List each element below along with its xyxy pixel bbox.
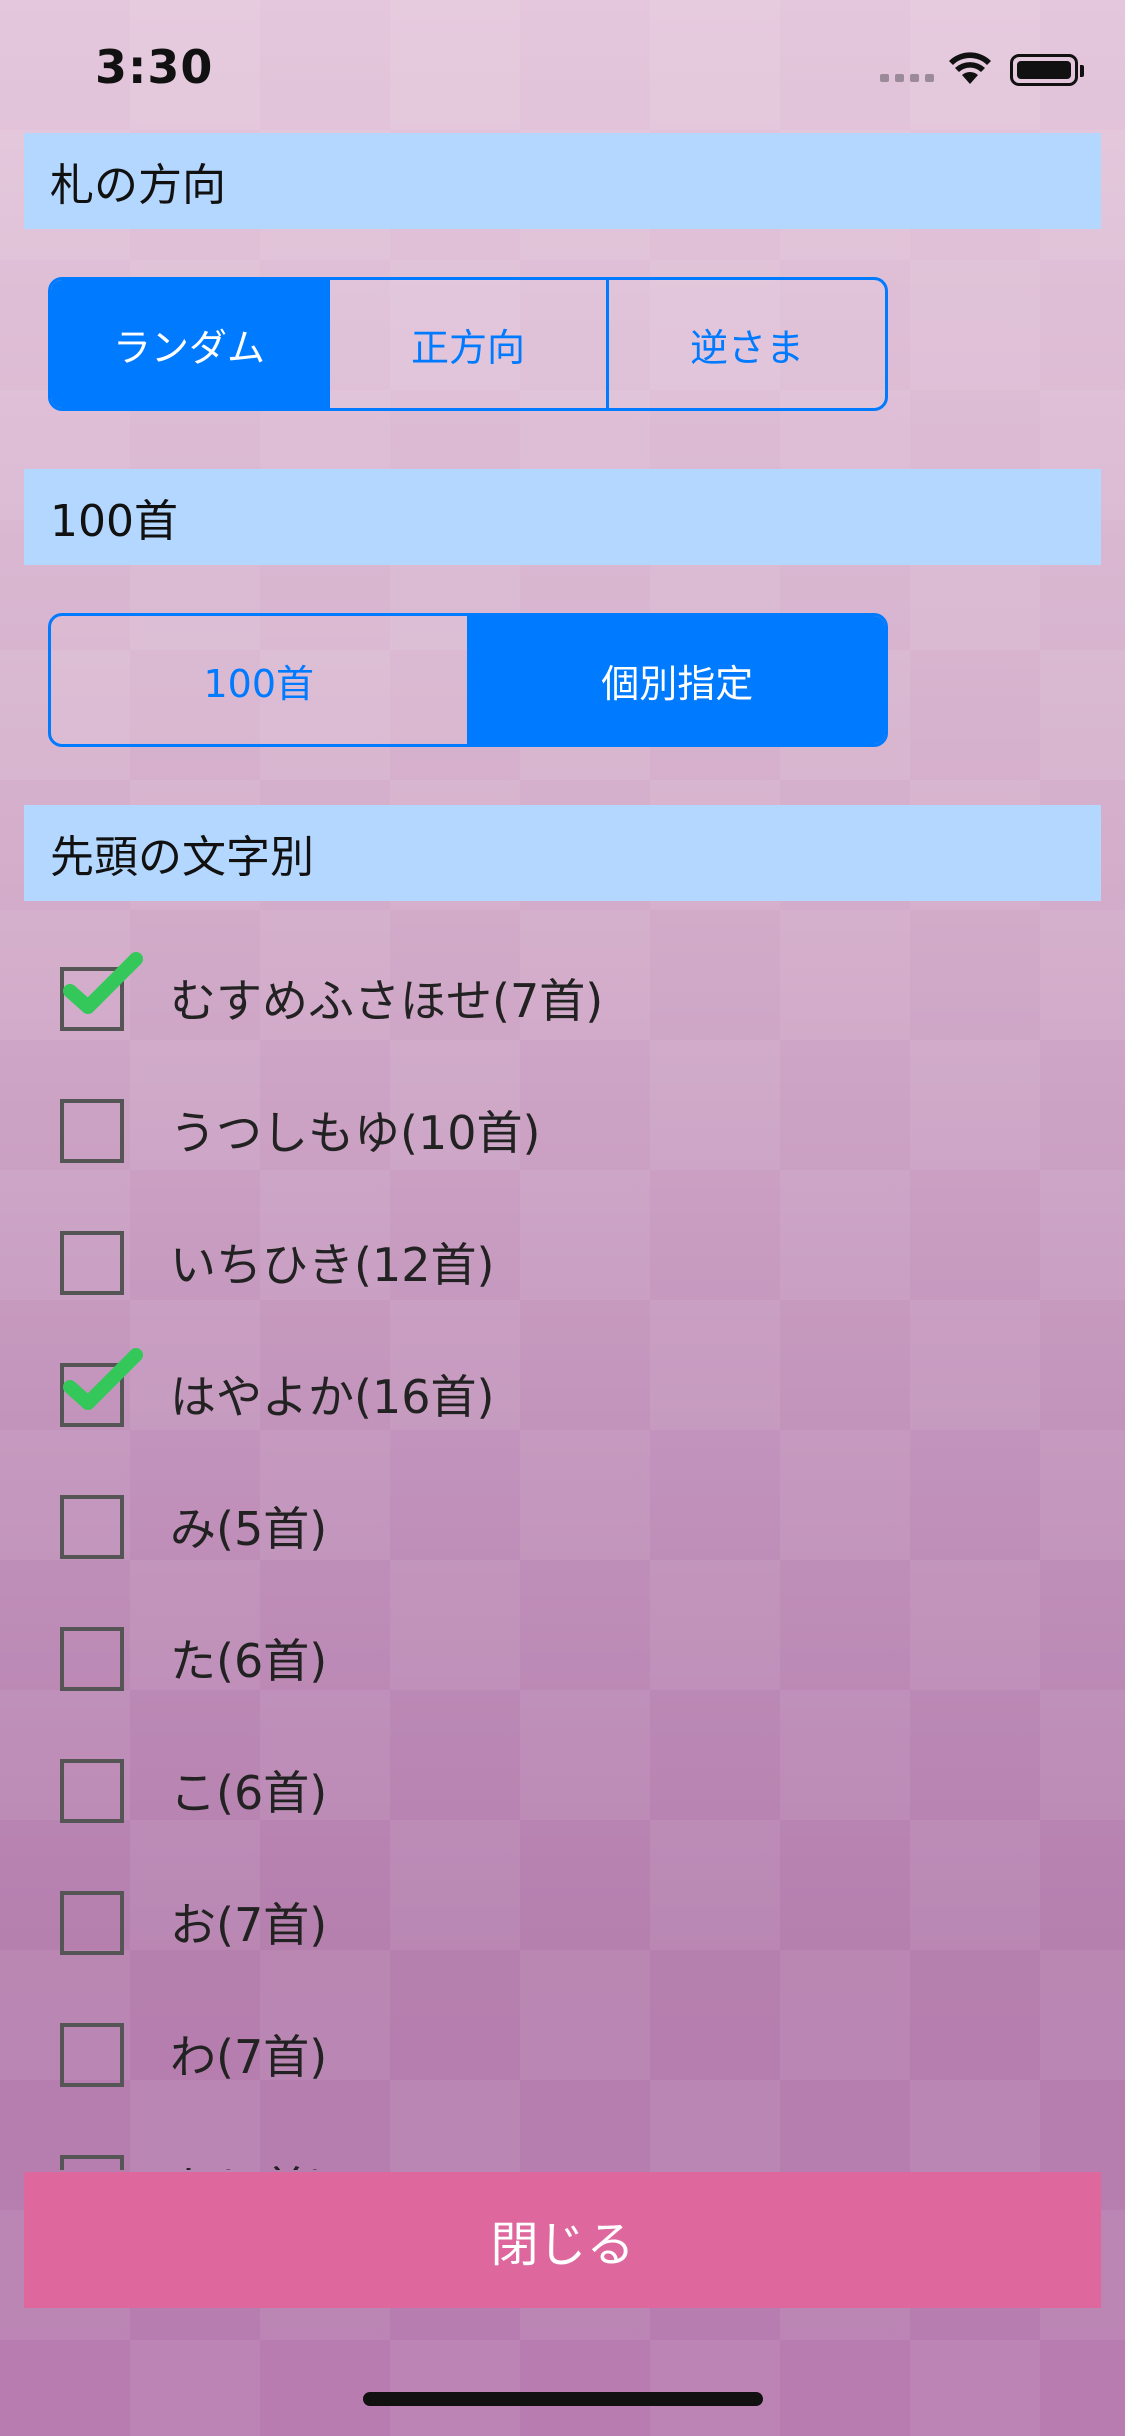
check-label: こ(6首) (170, 1766, 328, 1820)
segment-all-100[interactable]: 100首 (51, 616, 470, 744)
status-time: 3:30 (95, 40, 214, 94)
check-row-ta[interactable]: た(6首) (0, 1595, 1125, 1727)
check-label: むすめふさほせ(7首) (170, 974, 604, 1028)
check-label: な(7首) (170, 2153, 327, 2170)
checkbox[interactable] (60, 2023, 124, 2087)
check-label: み(5首) (170, 1502, 328, 1556)
checkbox[interactable] (60, 1891, 124, 1955)
checkbox[interactable] (60, 1231, 124, 1295)
check-label: お(7首) (170, 1898, 328, 1952)
checkbox[interactable] (60, 1099, 124, 1163)
first-char-checklist: むすめふさほせ(7首) うつしもゆ(10首) いちひき(12首) はやよか(16… (0, 935, 1125, 2170)
check-row-hayayoka[interactable]: はやよか(16首) (0, 1331, 1125, 1463)
check-row-ko[interactable]: こ(6首) (0, 1727, 1125, 1859)
cellular-signal-icon (880, 74, 934, 82)
checkbox[interactable] (60, 1495, 124, 1559)
check-label: わ(7首) (170, 2030, 328, 2084)
close-button[interactable]: 閉じる (24, 2172, 1101, 2308)
checkbox[interactable] (60, 1627, 124, 1691)
check-row-mi[interactable]: み(5首) (0, 1463, 1125, 1595)
wifi-icon (949, 52, 991, 84)
check-label: はやよか(16首) (170, 1370, 495, 1424)
check-label: うつしもゆ(10首) (170, 1106, 541, 1160)
battery-icon (1010, 54, 1084, 86)
check-row-utsushimoyu[interactable]: うつしもゆ(10首) (0, 1067, 1125, 1199)
check-label: いちひき(12首) (170, 1238, 495, 1292)
check-label: た(6首) (170, 1634, 328, 1688)
checkbox[interactable] (60, 1759, 124, 1823)
home-indicator (363, 2392, 763, 2406)
segment-reversed[interactable]: 逆さま (609, 280, 885, 408)
check-row-wa[interactable]: わ(7首) (0, 1991, 1125, 2123)
check-row-ichihiki[interactable]: いちひき(12首) (0, 1199, 1125, 1331)
count-segmented-control[interactable]: 100首 個別指定 (48, 613, 888, 747)
orientation-segmented-control[interactable]: ランダム 正方向 逆さま (48, 277, 888, 411)
check-row-na[interactable]: な(7首) (0, 2123, 1125, 2170)
segment-random[interactable]: ランダム (51, 280, 330, 408)
status-bar: 3:30 (0, 0, 1125, 132)
segment-custom[interactable]: 個別指定 (469, 616, 885, 744)
checkmark-icon (63, 952, 143, 1014)
checkmark-icon (63, 1348, 143, 1410)
check-row-o[interactable]: お(7首) (0, 1859, 1125, 1991)
checkbox[interactable] (60, 2155, 124, 2170)
first-char-header: 先頭の文字別 (24, 805, 1101, 901)
orientation-header: 札の方向 (24, 133, 1101, 229)
count-header: 100首 (24, 469, 1101, 565)
segment-upright[interactable]: 正方向 (330, 280, 609, 408)
check-row-musumefusahose[interactable]: むすめふさほせ(7首) (0, 935, 1125, 1067)
